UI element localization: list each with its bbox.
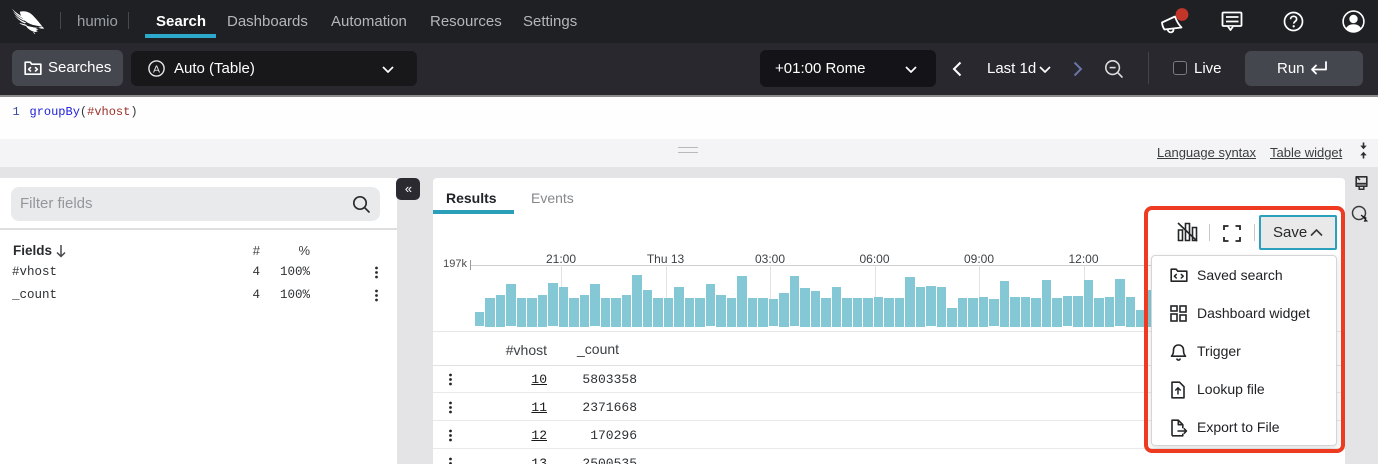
svg-text:A: A [153,64,160,76]
